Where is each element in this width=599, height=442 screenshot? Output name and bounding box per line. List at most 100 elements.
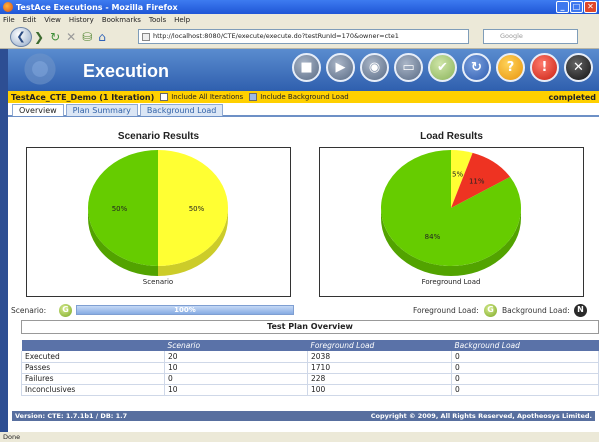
page-title: Execution [83, 61, 170, 81]
scenario-results-panel: Scenario Results 50% 50% Scenario [26, 131, 291, 297]
table-cell: Inconclusives [21, 384, 165, 396]
table-cell: Passes [21, 362, 165, 374]
window-titlebar: TestAce Executions - Mozilla Firefox _ □… [0, 0, 599, 14]
copyright-text: Copyright © 2009, All Rights Reserved, A… [370, 412, 592, 420]
table-cell: 10 [164, 384, 308, 396]
help-button[interactable]: ? [496, 53, 525, 82]
play-button[interactable]: ▶ [326, 53, 355, 82]
project-name: TestAce_CTE_Demo (1 Iteration) [11, 92, 155, 102]
table-cell: 20 [164, 351, 308, 363]
back-icon[interactable]: ❮ [10, 27, 32, 47]
search-input[interactable]: Google [483, 29, 578, 44]
foreground-load-label: Foreground Load: [413, 306, 479, 315]
run-status: completed [548, 92, 596, 102]
column-header: Scenario [164, 340, 308, 351]
info-button[interactable]: ! [530, 53, 559, 82]
menu-bookmarks[interactable]: Bookmarks [102, 16, 141, 24]
include-all-iterations-checkbox[interactable] [160, 93, 169, 101]
overview-header-row: Scenario Foreground Load Background Load [21, 340, 599, 351]
load-results-panel: Load Results 5% 11% 84% Foreground Load [319, 131, 584, 297]
pie-slice-label: 50% [112, 205, 128, 213]
menu-view[interactable]: View [44, 16, 61, 24]
menu-bar: File Edit View History Bookmarks Tools H… [0, 14, 599, 26]
execution-toolbar: ■ ▶ ◉ ▭ ✔ ↻ ? ! ✕ [292, 53, 593, 82]
minimize-icon[interactable]: _ [556, 1, 569, 13]
table-cell: 0 [451, 384, 599, 396]
column-header: Background Load [451, 340, 599, 351]
chart-caption: Scenario [143, 278, 173, 286]
version-text: Version: CTE: 1.7.1b1 / DB: 1.7 [15, 412, 128, 420]
overview-table: Scenario Foreground Load Background Load… [21, 340, 599, 396]
close-button[interactable]: ✕ [564, 53, 593, 82]
scenario-status-icon: G [59, 304, 72, 317]
approve-button[interactable]: ✔ [428, 53, 457, 82]
scenario-results-title: Scenario Results [117, 131, 200, 142]
table-cell: Failures [21, 373, 165, 385]
page-footer: Version: CTE: 1.7.1b1 / DB: 1.7 Copyrigh… [12, 411, 595, 421]
table-row: Executed 20 2038 0 [21, 351, 599, 363]
monitor-button[interactable]: ▭ [394, 53, 423, 82]
table-row: Inconclusives 10 100 0 [21, 384, 599, 396]
search-placeholder: Google [500, 32, 523, 40]
web-page: Execution ■ ▶ ◉ ▭ ✔ ↻ ? ! ✕ TestAce_CTE_… [8, 49, 599, 432]
table-cell: 0 [164, 373, 308, 385]
page-icon [142, 33, 150, 41]
pie-slice-label: 50% [189, 205, 205, 213]
reload-icon[interactable]: ↻ [50, 30, 60, 44]
table-cell: 228 [307, 373, 452, 385]
scenario-pie-chart: 50% 50% Scenario [88, 150, 228, 286]
scenario-progress-bar: 100% [76, 305, 294, 315]
address-bar[interactable]: http://localhost:8080/CTE/execute/execut… [138, 29, 469, 44]
menu-file[interactable]: File [3, 16, 15, 24]
include-all-iterations-label: Include All Iterations [171, 93, 244, 101]
progress-text: 100% [174, 306, 196, 314]
tab-overview[interactable]: Overview [12, 104, 64, 116]
pie-slice-label: 84% [425, 233, 441, 241]
browser-status-bar: Done [0, 432, 599, 442]
column-header [21, 340, 165, 351]
home-icon[interactable]: ⌂ [98, 30, 106, 44]
menu-history[interactable]: History [69, 16, 94, 24]
close-window-icon[interactable]: ✕ [584, 1, 597, 13]
table-cell: 0 [451, 362, 599, 374]
stop-icon[interactable]: ✕ [66, 30, 76, 44]
firefox-icon [3, 2, 13, 12]
table-row: Passes 10 1710 0 [21, 362, 599, 374]
forward-icon[interactable]: ❯ [34, 30, 44, 44]
maximize-icon[interactable]: □ [570, 1, 583, 13]
tab-plan-summary[interactable]: Plan Summary [65, 104, 138, 116]
app-header: Execution ■ ▶ ◉ ▭ ✔ ↻ ? ! ✕ [8, 49, 599, 91]
bookmark-icon[interactable]: ⛁ [82, 30, 92, 44]
menu-edit[interactable]: Edit [23, 16, 37, 24]
test-plan-overview-title: Test Plan Overview [21, 320, 599, 334]
table-cell: 10 [164, 362, 308, 374]
load-pie-chart: 5% 11% 84% Foreground Load [381, 150, 521, 286]
menu-tools[interactable]: Tools [149, 16, 166, 24]
chart-caption: Foreground Load [422, 278, 481, 286]
refresh-button[interactable]: ↻ [462, 53, 491, 82]
pie-slice-label: 11% [469, 178, 485, 186]
view-button[interactable]: ◉ [360, 53, 389, 82]
load-results-title: Load Results [420, 131, 483, 142]
include-background-load-checkbox[interactable] [249, 93, 258, 101]
menu-help[interactable]: Help [174, 16, 190, 24]
gear-logo-icon [22, 51, 58, 87]
table-cell: 0 [451, 351, 599, 363]
include-background-load-label: Include Background Load [260, 93, 349, 101]
table-cell: Executed [21, 351, 165, 363]
background-load-label: Background Load: [502, 306, 570, 315]
scenario-label: Scenario: [11, 306, 47, 315]
foreground-load-icon: G [484, 304, 497, 317]
window-controls: _ □ ✕ [556, 1, 597, 13]
scenario-chart-box: 50% 50% Scenario [26, 147, 291, 297]
column-header: Foreground Load [307, 340, 452, 351]
url-text: http://localhost:8080/CTE/execute/execut… [153, 32, 399, 40]
tab-bar: Overview Plan Summary Background Load [8, 104, 599, 117]
table-row: Failures 0 228 0 [21, 373, 599, 385]
table-cell: 0 [451, 373, 599, 385]
table-cell: 2038 [307, 351, 452, 363]
tab-background-load[interactable]: Background Load [139, 104, 224, 116]
scenario-progress-row: Scenario: G 100% Foreground Load: G Back… [8, 302, 599, 318]
stop-button[interactable]: ■ [292, 53, 321, 82]
window-title: TestAce Executions - Mozilla Firefox [16, 2, 178, 12]
